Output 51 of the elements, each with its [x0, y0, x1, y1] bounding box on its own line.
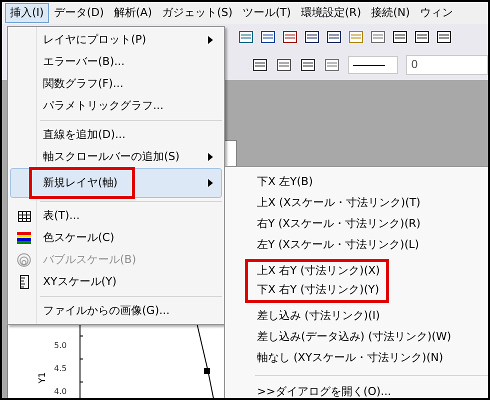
submenu-item[interactable]: 下X 右Y (寸法リンク)(Y) — [248, 281, 386, 300]
menu-item[interactable]: 新規レイヤ(軸) — [10, 168, 222, 198]
menu-item[interactable]: 軸スクロールバーの追加(S) — [10, 146, 222, 168]
submenu-item[interactable]: 右Y (Xスケール・寸法リンク)(R) — [248, 214, 427, 235]
axis-title: Y1 — [36, 372, 49, 384]
line-style-dropdown[interactable] — [348, 56, 398, 74]
menu-bar-item[interactable]: 接続(N) — [366, 3, 415, 23]
submenu-item[interactable]: 左Y (Xスケール・寸法リンク)(L) — [248, 235, 427, 256]
menu-item[interactable]: 関数グラフ(F)... — [10, 73, 222, 95]
menu-item-label: バブルスケール(B) — [43, 252, 136, 268]
menu-item[interactable]: 色スケール(C) — [10, 227, 222, 249]
submenu-item[interactable]: 上X (Xスケール・寸法リンク)(T) — [248, 193, 427, 214]
menu-item-label: レイヤにプロット(P) — [43, 32, 146, 48]
menu-bar-item[interactable]: 挿入(I) — [5, 3, 49, 23]
menu-item[interactable]: 表(T)... — [10, 205, 222, 227]
menu-item-label: エラーバー(B)... — [43, 54, 125, 70]
menu-item-label: XYスケール(Y) — [43, 274, 117, 290]
menu-bar-item[interactable]: 解析(A) — [108, 3, 157, 23]
menu-bar-item[interactable]: データ(D) — [48, 3, 109, 23]
menu-item-label: 直線を追加(D)... — [43, 126, 126, 143]
submenu-item[interactable]: >>ダイアログを開く(O)... — [248, 382, 398, 398]
menu-bar-item[interactable]: ツール(T) — [238, 3, 296, 23]
ruler-icon — [20, 275, 28, 289]
menu-item-label: 新規レイヤ(軸) — [29, 166, 135, 200]
bubble-scale-icon — [17, 253, 31, 267]
color-scale-icon — [17, 232, 31, 244]
menu-item[interactable]: レイヤにプロット(P) — [10, 29, 222, 51]
menu-item[interactable]: パラメトリックグラフ... — [10, 95, 222, 117]
menu-bar-item[interactable]: ウィン — [414, 3, 458, 23]
menu-item-label: 表(T)... — [43, 208, 80, 224]
submenu-item[interactable]: 上X 右Y (寸法リンク)(X) — [248, 262, 386, 281]
menu-item-label: 関数グラフ(F)... — [43, 76, 124, 92]
submenu-item[interactable]: 軸なし (XYスケール・寸法リンク)(N) — [248, 348, 458, 369]
menu-bar-item[interactable]: ガジェット(S) — [157, 3, 238, 23]
menu-item[interactable]: 直線を追加(D)... — [10, 124, 222, 146]
menu-item-label: パラメトリックグラフ... — [43, 98, 164, 114]
menu-item[interactable]: ファイルからの画像(G)... — [10, 300, 222, 322]
submenu-item[interactable]: 下X 左Y(B) — [248, 172, 427, 193]
submenu-item[interactable]: 差し込み (寸法リンク)(I) — [248, 306, 458, 327]
menu-item[interactable]: エラーバー(B)... — [10, 51, 222, 73]
axis-tick-label: 5.0 — [54, 341, 67, 352]
axis-tick-label: 4.5 — [54, 364, 67, 375]
submenu-item[interactable]: 差し込み(データ込み) (寸法リンク)(W) — [248, 327, 458, 348]
table-icon — [18, 210, 30, 222]
menu-item-label: ファイルからの画像(G)... — [43, 302, 170, 319]
menu-bar-item[interactable]: 環境設定(R) — [296, 3, 366, 23]
menu-item-label: 軸スクロールバーの追加(S) — [43, 148, 180, 165]
menu-item[interactable]: XYスケール(Y) — [10, 271, 222, 293]
line-width-field[interactable]: 0 — [406, 55, 488, 75]
menu-item-label: 色スケール(C) — [43, 230, 114, 246]
axis-tick-label: 4.0 — [54, 387, 67, 398]
